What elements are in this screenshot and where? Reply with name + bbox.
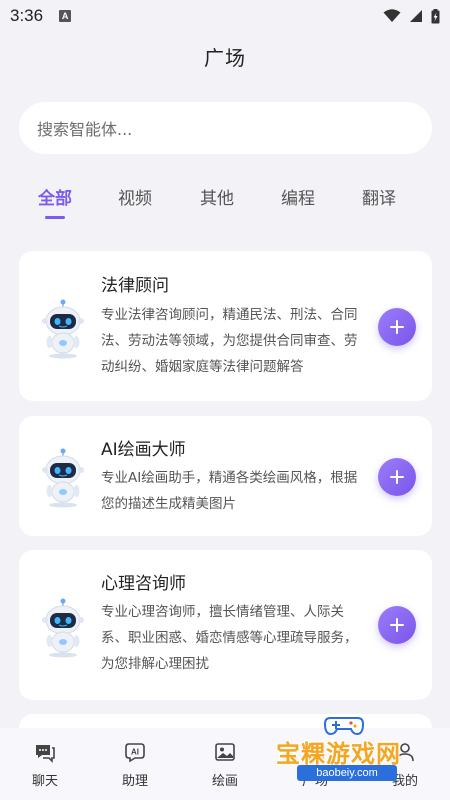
tab-translation[interactable]: 翻译	[362, 184, 396, 209]
svg-text:AI: AI	[131, 748, 139, 757]
battery-icon	[431, 8, 440, 23]
status-time: 3:36	[10, 6, 44, 25]
robot-avatar-icon	[37, 598, 89, 658]
watermark-logo: 宝粿游戏网 baobeiy.com	[276, 712, 426, 792]
notification-badge: A	[59, 10, 72, 22]
nav-item-chat[interactable]: 聊天	[15, 740, 75, 789]
search-input[interactable]: 搜索智能体...	[19, 102, 432, 154]
card-title: 法律顾问	[101, 276, 169, 296]
card-title: 心理咨询师	[101, 574, 186, 594]
nav-item-painting[interactable]: 绘画	[195, 740, 255, 789]
watermark-url: baobeiy.com	[297, 765, 397, 781]
card-description: 专业AI绘画助手，精通各类绘画风格，根据 您的描述生成精美图片	[101, 465, 373, 517]
add-agent-button[interactable]	[378, 458, 416, 496]
tab-programming[interactable]: 编程	[281, 184, 315, 209]
tab-indicator	[45, 216, 65, 219]
robot-avatar-icon	[37, 448, 89, 508]
desc-line: 法、劳动法等领域，为您提供合同审查、劳	[101, 333, 358, 349]
page-title: 广场	[204, 46, 246, 70]
tab-video[interactable]: 视频	[118, 184, 152, 209]
watermark-text: 宝粿游戏网	[276, 740, 401, 768]
nav-label: 聊天	[31, 774, 58, 789]
agent-card[interactable]: 法律顾问 专业法律咨询顾问，精通民法、刑法、合同 法、劳动法等领域，为您提供合同…	[19, 251, 432, 401]
add-agent-button[interactable]	[378, 308, 416, 346]
card-title: AI绘画大师	[101, 440, 186, 460]
gamepad-icon	[324, 717, 364, 736]
desc-line: 专业AI绘画助手，精通各类绘画风格，根据	[101, 470, 358, 486]
status-bar: 3:36 A	[0, 0, 450, 32]
category-tabs: 全部 视频 其他 编程 翻译	[0, 184, 450, 224]
card-description: 专业法律咨询顾问，精通民法、刑法、合同 法、劳动法等领域，为您提供合同审查、劳 …	[101, 302, 373, 380]
agent-card[interactable]: AI绘画大师 专业AI绘画助手，精通各类绘画风格，根据 您的描述生成精美图片	[19, 416, 432, 536]
tab-all[interactable]: 全部	[38, 184, 72, 209]
image-icon	[215, 743, 235, 761]
ai-assistant-icon: AI	[125, 743, 145, 763]
desc-line: 为您排解心理困扰	[101, 656, 209, 672]
add-agent-button[interactable]	[378, 606, 416, 644]
nav-label: 助理	[121, 774, 148, 789]
wifi-icon	[383, 9, 401, 22]
desc-line: 动纠纷、婚姻家庭等法律问题解答	[101, 359, 304, 375]
agent-card[interactable]: 心理咨询师 专业心理咨询师，擅长情绪管理、人际关 系、职业困惑、婚恋情感等心理疏…	[19, 550, 432, 700]
chat-icon	[36, 745, 55, 763]
nav-label: 绘画	[211, 774, 238, 789]
desc-line: 您的描述生成精美图片	[101, 496, 236, 512]
robot-avatar-icon	[37, 299, 89, 359]
tab-other[interactable]: 其他	[200, 184, 234, 209]
desc-line: 专业法律咨询顾问，精通民法、刑法、合同	[101, 307, 358, 323]
card-description: 专业心理咨询师，擅长情绪管理、人际关 系、职业困惑、婚恋情感等心理疏导服务， 为…	[101, 599, 373, 677]
nav-item-assistant[interactable]: AI 助理	[105, 740, 165, 789]
desc-line: 系、职业困惑、婚恋情感等心理疏导服务，	[101, 630, 358, 646]
status-icons	[383, 8, 440, 24]
desc-line: 专业心理咨询师，擅长情绪管理、人际关	[101, 604, 344, 620]
search-placeholder: 搜索智能体...	[37, 120, 133, 139]
signal-icon	[410, 10, 422, 22]
